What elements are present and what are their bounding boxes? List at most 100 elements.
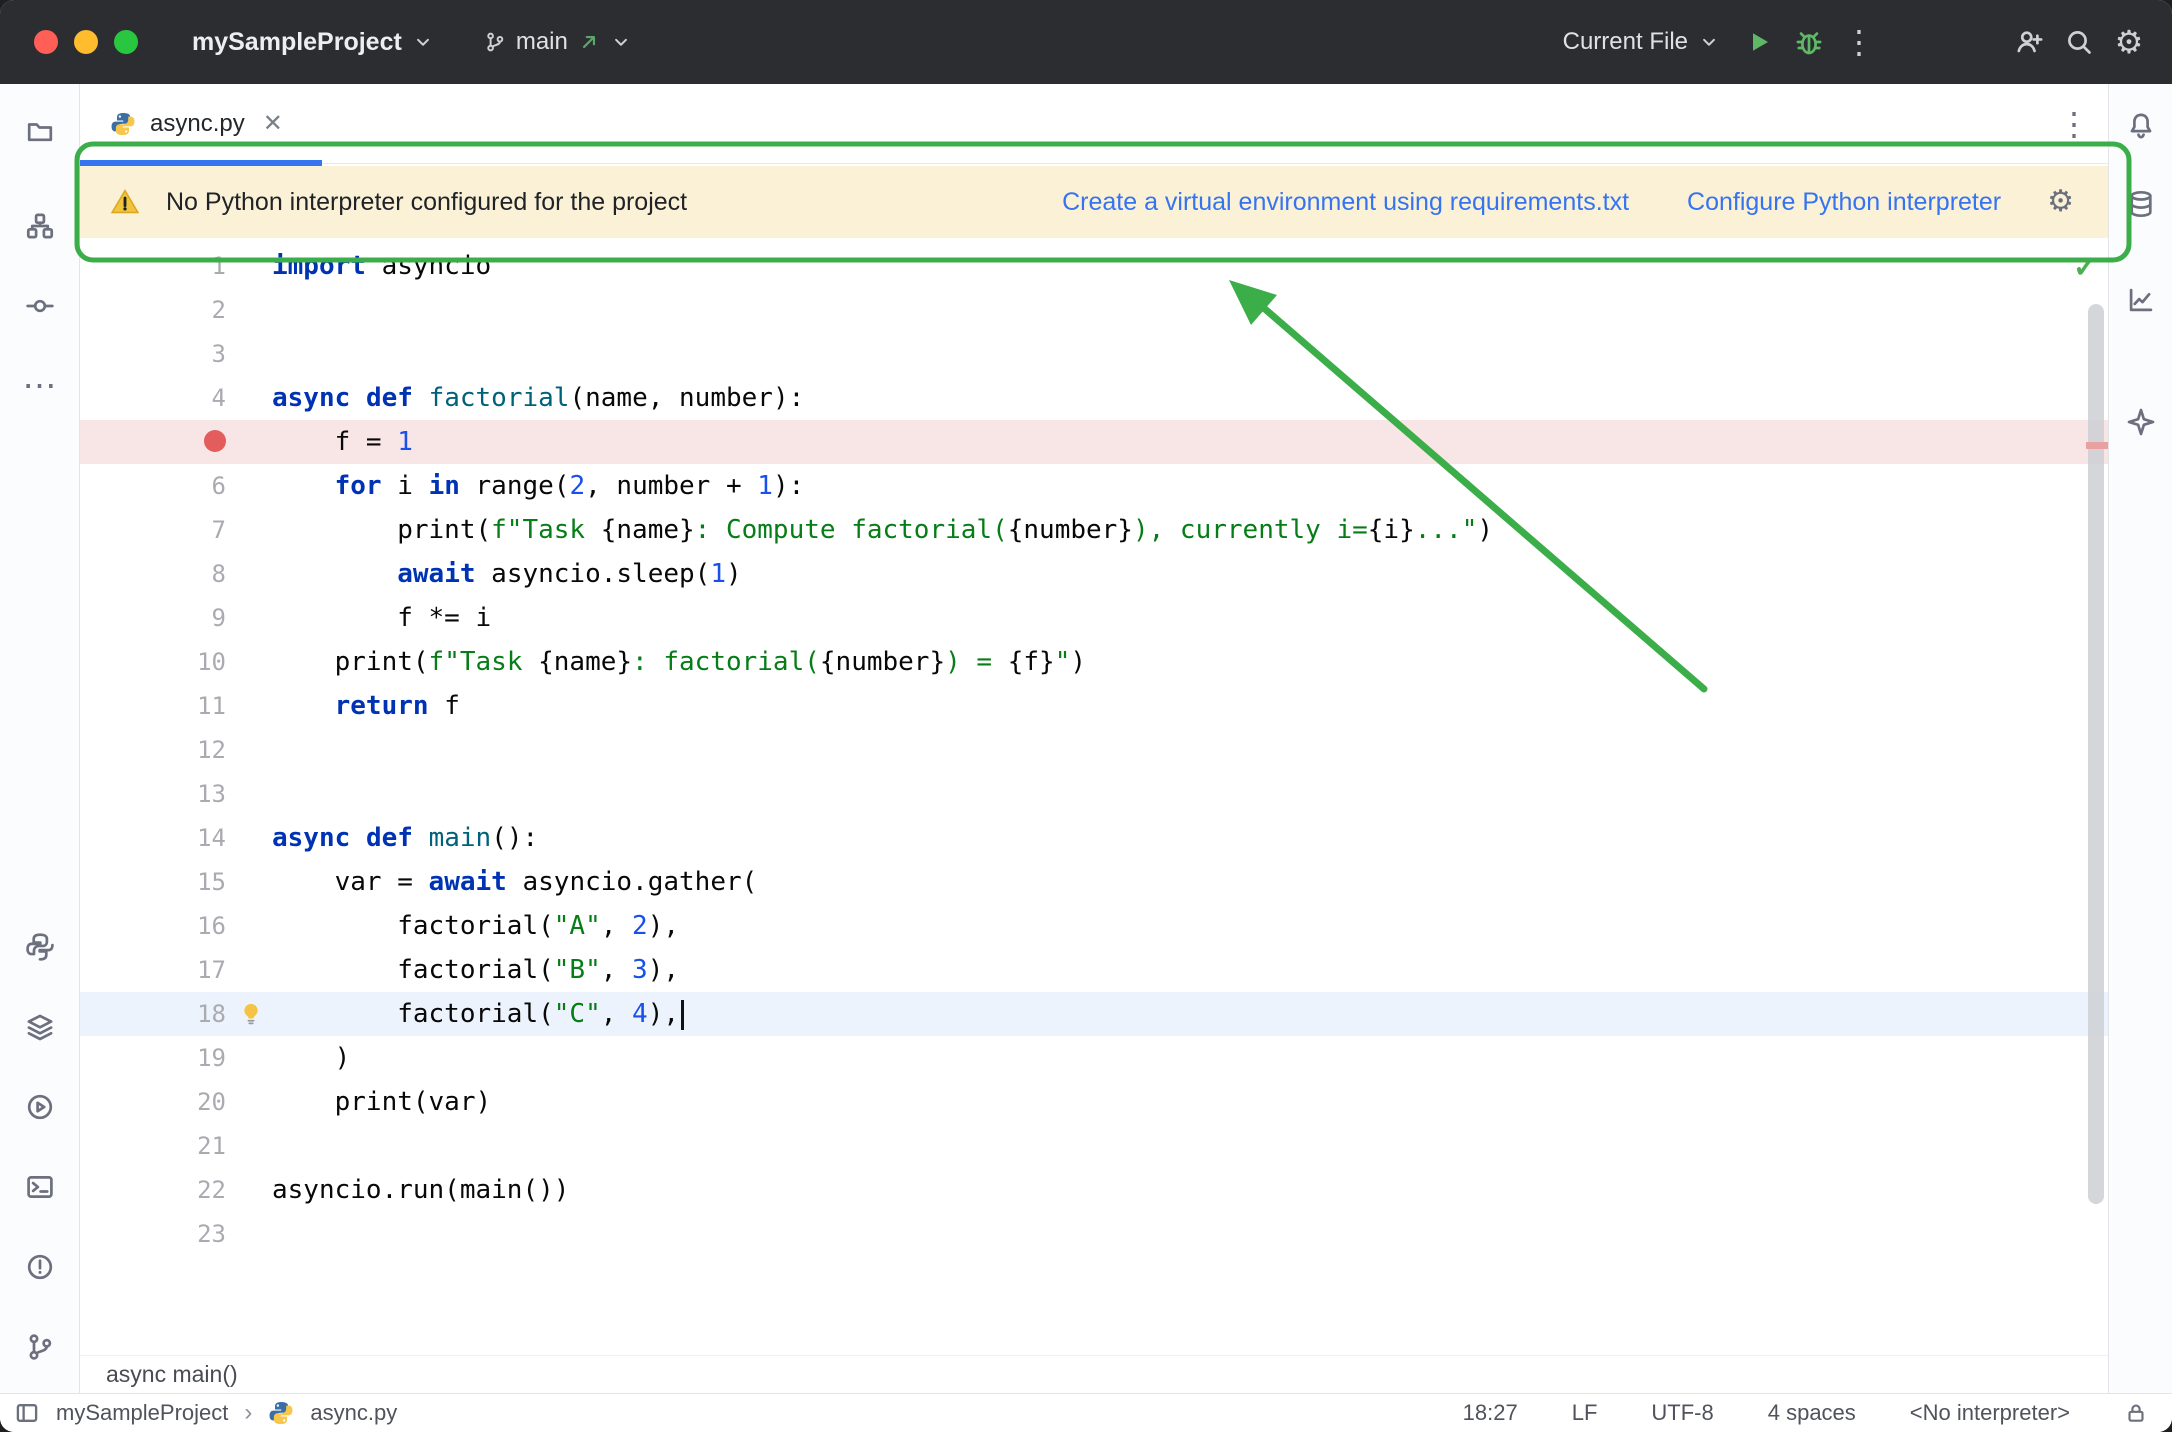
code-text[interactable]: async def factorial(name, number):	[272, 376, 2108, 420]
close-tab-icon[interactable]: ✕	[263, 109, 283, 138]
code-line[interactable]: 4 async def factorial(name, number):	[80, 376, 2108, 420]
code-text[interactable]: f *= i	[272, 596, 2108, 640]
line-number[interactable]: 22	[80, 1168, 226, 1212]
code-text[interactable]	[272, 332, 2108, 376]
code-text[interactable]: return f	[272, 684, 2108, 728]
editor-options-button[interactable]: ⋮	[2058, 108, 2090, 140]
line-number[interactable]: 4	[80, 376, 226, 420]
debug-button[interactable]	[1784, 17, 1834, 67]
code-text[interactable]	[272, 1212, 2108, 1256]
code-line[interactable]: 14 async def main():	[80, 816, 2108, 860]
line-number[interactable]: 14	[80, 816, 226, 860]
code-text[interactable]: import asyncio	[272, 244, 2108, 288]
structure-toolwindow-button[interactable]	[14, 200, 66, 252]
encoding-widget[interactable]: UTF-8	[1651, 1400, 1713, 1426]
line-number[interactable]: 17	[80, 948, 226, 992]
code-line[interactable]: 8 await asyncio.sleep(1)	[80, 552, 2108, 596]
zoom-window-button[interactable]	[114, 30, 138, 54]
code-line[interactable]: 16 factorial("A", 2),	[80, 904, 2108, 948]
code-text[interactable]: )	[272, 1036, 2108, 1080]
code-text[interactable]: f = 1	[272, 420, 2108, 464]
code-text[interactable]: factorial("C", 4),	[272, 992, 2108, 1036]
line-number[interactable]: 21	[80, 1124, 226, 1168]
line-number[interactable]: 1	[80, 244, 226, 288]
editor-scrollbar-thumb[interactable]	[2088, 304, 2104, 1204]
python-console-button[interactable]	[14, 921, 66, 973]
code-text[interactable]: var = await asyncio.gather(	[272, 860, 2108, 904]
close-window-button[interactable]	[34, 30, 58, 54]
breakpoint-dot[interactable]	[204, 429, 226, 452]
code-line[interactable]: 13	[80, 772, 2108, 816]
breadcrumb-bar[interactable]: async main()	[80, 1355, 2108, 1393]
code-line[interactable]: 1 import asyncio	[80, 244, 2108, 288]
more-toolwindows-button[interactable]: ⋯	[14, 360, 66, 412]
line-number[interactable]: 15	[80, 860, 226, 904]
code-text[interactable]: for i in range(2, number + 1):	[272, 464, 2108, 508]
line-number[interactable]: 19	[80, 1036, 226, 1080]
code-text[interactable]: factorial("B", 3),	[272, 948, 2108, 992]
code-text[interactable]	[272, 772, 2108, 816]
code-line[interactable]: 3	[80, 332, 2108, 376]
line-number[interactable]: 13	[80, 772, 226, 816]
status-file-name[interactable]: async.py	[310, 1400, 397, 1426]
code-line[interactable]: 6 for i in range(2, number + 1):	[80, 464, 2108, 508]
code-line[interactable]: 22 asyncio.run(main())	[80, 1168, 2108, 1212]
line-number[interactable]: 8	[80, 552, 226, 596]
line-number[interactable]: 6	[80, 464, 226, 508]
caret-position-widget[interactable]: 18:27	[1463, 1400, 1518, 1426]
indent-widget[interactable]: 4 spaces	[1768, 1400, 1856, 1426]
database-toolwindow-button[interactable]	[2115, 178, 2167, 230]
code-line[interactable]: 9 f *= i	[80, 596, 2108, 640]
run-button[interactable]	[1734, 17, 1784, 67]
code-text[interactable]	[272, 728, 2108, 772]
code-line[interactable]: 19 )	[80, 1036, 2108, 1080]
create-venv-link[interactable]: Create a virtual environment using requi…	[1062, 188, 1629, 217]
code-line[interactable]: 10 print(f"Task {name}: factorial({numbe…	[80, 640, 2108, 684]
code-text[interactable]: print(var)	[272, 1080, 2108, 1124]
banner-settings-gear-icon[interactable]: ⚙	[2047, 187, 2074, 217]
code-line[interactable]: 20 print(var)	[80, 1080, 2108, 1124]
readonly-lock-icon[interactable]	[2124, 1401, 2148, 1425]
vcs-branch-widget[interactable]: main	[470, 18, 646, 66]
code-line[interactable]: 23	[80, 1212, 2108, 1256]
code-text[interactable]: print(f"Task {name}: Compute factorial({…	[272, 508, 2108, 552]
code-text[interactable]	[272, 288, 2108, 332]
python-packages-button[interactable]	[14, 1001, 66, 1053]
line-separator-widget[interactable]: LF	[1572, 1400, 1598, 1426]
minimize-window-button[interactable]	[74, 30, 98, 54]
more-actions-button[interactable]: ⋮	[1834, 17, 1884, 67]
inspections-ok-icon[interactable]: ✓	[2073, 250, 2098, 285]
line-number[interactable]: 3	[80, 332, 226, 376]
code-text[interactable]: print(f"Task {name}: factorial({number})…	[272, 640, 2108, 684]
toolwindow-layout-icon[interactable]	[14, 1400, 40, 1426]
project-toolwindow-button[interactable]	[14, 106, 66, 158]
code-text[interactable]: await asyncio.sleep(1)	[272, 552, 2108, 596]
line-number[interactable]: 11	[80, 684, 226, 728]
line-number[interactable]: 20	[80, 1080, 226, 1124]
code-line[interactable]: 11 return f	[80, 684, 2108, 728]
notifications-button[interactable]	[2115, 100, 2167, 152]
code-line[interactable]: 12	[80, 728, 2108, 772]
ai-assistant-button[interactable]	[2115, 396, 2167, 448]
line-number[interactable]: 7	[80, 508, 226, 552]
intention-bulb-icon[interactable]	[238, 1001, 264, 1027]
code-line[interactable]: f = 1	[80, 420, 2108, 464]
line-number[interactable]: 2	[80, 288, 226, 332]
code-text[interactable]: async def main():	[272, 816, 2108, 860]
line-number[interactable]: 10	[80, 640, 226, 684]
breakpoint-gutter[interactable]	[80, 420, 226, 464]
line-number[interactable]: 23	[80, 1212, 226, 1256]
code-text[interactable]: factorial("A", 2),	[272, 904, 2108, 948]
code-line[interactable]: 21	[80, 1124, 2108, 1168]
line-number[interactable]: 12	[80, 728, 226, 772]
search-everywhere-button[interactable]	[2054, 17, 2104, 67]
status-project-name[interactable]: mySampleProject	[56, 1400, 228, 1426]
line-number[interactable]: 18	[80, 992, 226, 1036]
code-line[interactable]: 18 factorial("C", 4),	[80, 992, 2108, 1036]
services-toolwindow-button[interactable]	[14, 1081, 66, 1133]
project-widget[interactable]: mySampleProject	[178, 18, 448, 67]
interpreter-widget[interactable]: <No interpreter>	[1910, 1400, 2070, 1426]
version-control-button[interactable]	[14, 1321, 66, 1373]
code-with-me-button[interactable]	[2004, 17, 2054, 67]
terminal-toolwindow-button[interactable]	[14, 1161, 66, 1213]
